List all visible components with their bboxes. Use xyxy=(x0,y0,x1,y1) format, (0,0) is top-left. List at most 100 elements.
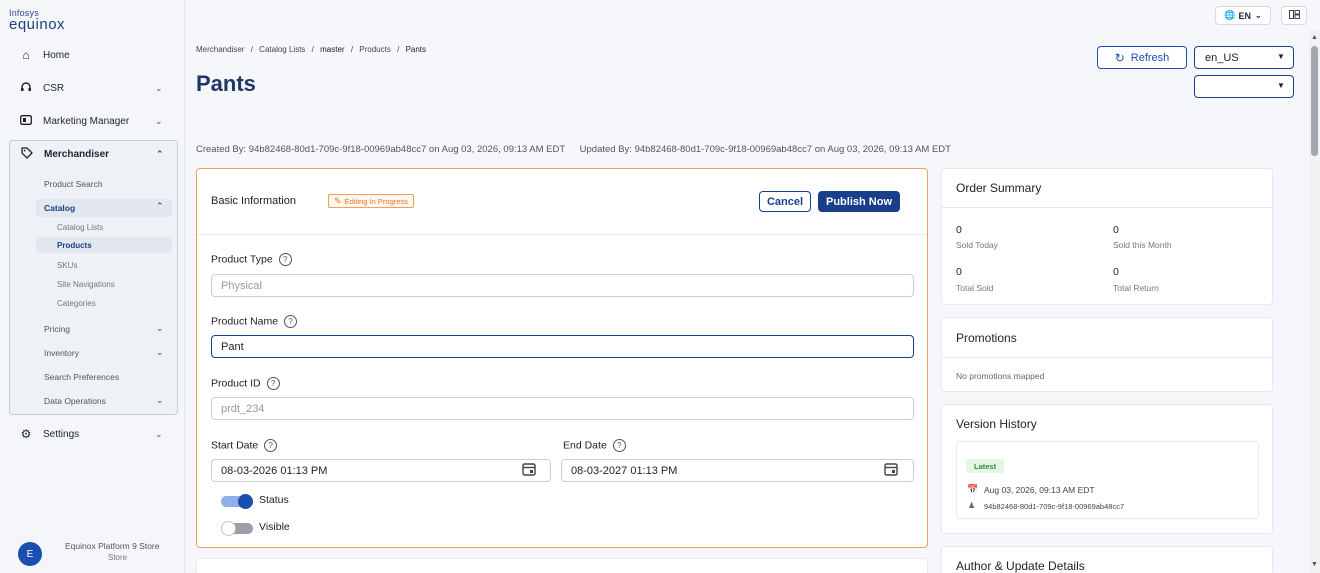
refresh-button[interactable]: ↻ Refresh xyxy=(1097,46,1187,69)
promotions-title: Promotions xyxy=(956,331,1017,345)
caret-down-icon: ▼ xyxy=(1277,81,1285,90)
chevron-down-icon: ⌄ xyxy=(155,428,163,439)
store-subtitle: Store xyxy=(108,553,128,562)
author-details-title: Author & Update Details xyxy=(956,559,1085,573)
megaphone-icon xyxy=(19,114,33,128)
card-title: Basic Information xyxy=(211,195,296,207)
language-selector[interactable]: 🌐 EN ⌄ xyxy=(1215,6,1271,25)
sidebar-item-label: Home xyxy=(43,49,70,61)
end-date-input[interactable]: 08-03-2027 01:13 PM xyxy=(561,459,914,482)
sidebar-item-search-preferences[interactable]: Search Preferences xyxy=(44,372,119,382)
product-id-input[interactable]: prdt_234 xyxy=(211,397,914,420)
help-icon[interactable]: ? xyxy=(278,253,292,266)
updated-by: Updated By: 94b82468-80d1-709c-9f18-0096… xyxy=(579,144,951,155)
breadcrumb: Merchandiser / Catalog Lists / master / … xyxy=(196,45,426,54)
avatar[interactable]: E xyxy=(18,542,42,566)
scrollbar-thumb[interactable] xyxy=(1311,46,1318,156)
sidebar-item-pricing[interactable]: Pricing xyxy=(44,324,70,334)
layout-icon xyxy=(1288,9,1300,22)
cancel-button[interactable]: Cancel xyxy=(759,191,811,212)
chevron-up-icon: ⌃ xyxy=(156,148,164,159)
breadcrumb-item[interactable]: Catalog Lists xyxy=(259,45,305,54)
end-date-label: End Date? xyxy=(563,439,626,452)
scrollbar[interactable]: ▲ ▼ xyxy=(1309,30,1320,573)
user-icon: ♟ xyxy=(968,501,976,510)
chevron-down-icon: ⌄ xyxy=(155,115,163,126)
total-sold-value: 0 xyxy=(956,266,962,278)
calendar-icon: 📅 xyxy=(967,484,979,494)
sidebar-item-inventory[interactable]: Inventory xyxy=(44,348,79,358)
pencil-icon: ✎ xyxy=(334,195,342,206)
version-entry[interactable]: Latest 📅 Aug 03, 2026, 09:13 AM EDT ♟ 94… xyxy=(956,441,1259,519)
breadcrumb-item[interactable]: Products xyxy=(359,45,391,54)
start-date-label: Start Date? xyxy=(211,439,278,452)
start-date-input[interactable]: 08-03-2026 01:13 PM xyxy=(211,459,551,482)
tag-icon xyxy=(20,146,34,162)
sidebar-item-settings[interactable]: ⚙ Settings ⌄ xyxy=(0,423,185,445)
label-text: End Date xyxy=(563,439,607,452)
sidebar-item-catalog[interactable]: Catalog xyxy=(44,203,75,213)
order-summary-panel: Order Summary 0 Sold Today 0 Sold this M… xyxy=(941,168,1273,305)
sidebar-item-catalog-lists[interactable]: Catalog Lists xyxy=(57,223,103,232)
breadcrumb-current: Pants xyxy=(405,45,427,54)
basic-information-card: Basic Information ✎ Editing In Progress … xyxy=(196,168,928,548)
order-summary-title: Order Summary xyxy=(956,181,1042,195)
refresh-icon: ↻ xyxy=(1114,50,1125,65)
sidebar-item-product-search[interactable]: Product Search xyxy=(44,179,103,189)
sidebar-item-marketing-manager[interactable]: Marketing Manager ⌄ xyxy=(0,110,185,132)
next-card xyxy=(196,558,928,573)
help-icon[interactable]: ? xyxy=(264,439,278,452)
breadcrumb-item[interactable]: master xyxy=(320,45,344,54)
breadcrumb-separator: / xyxy=(250,45,253,54)
sidebar-item-site-navigations[interactable]: Site Navigations xyxy=(57,280,115,289)
chevron-down-icon: ⌄ xyxy=(156,323,164,333)
calendar-icon[interactable] xyxy=(884,462,898,479)
sidebar-item-label: CSR xyxy=(43,82,65,94)
author-details-panel: Author & Update Details xyxy=(941,546,1273,573)
chevron-up-icon: ⌃ xyxy=(156,201,164,211)
sidebar: Infosys equinox ⌂ Home CSR ⌄ Marketing M… xyxy=(0,0,185,573)
sidebar-item-label: Settings xyxy=(43,428,80,440)
caret-down-icon: ▼ xyxy=(1277,52,1285,61)
calendar-icon[interactable] xyxy=(522,462,536,479)
product-name-input[interactable]: Pant xyxy=(211,335,914,358)
start-date-value: 08-03-2026 01:13 PM xyxy=(221,465,328,477)
product-type-input[interactable]: Physical xyxy=(211,274,914,297)
sidebar-item-home[interactable]: ⌂ Home xyxy=(0,44,185,66)
scroll-down-icon[interactable]: ▼ xyxy=(1311,561,1318,568)
help-icon[interactable]: ? xyxy=(284,315,298,328)
toggle-knob xyxy=(238,494,253,509)
sidebar-item-skus[interactable]: SKUs xyxy=(57,261,77,270)
version-user: 94b82468-80d1-709c-9f18-00969ab48cc7 xyxy=(984,502,1125,511)
sidebar-item-categories[interactable]: Categories xyxy=(57,299,96,308)
breadcrumb-separator: / xyxy=(350,45,354,54)
scroll-up-icon[interactable]: ▲ xyxy=(1311,34,1318,41)
version-date: Aug 03, 2026, 09:13 AM EDT xyxy=(984,485,1095,495)
sidebar-item-csr[interactable]: CSR ⌄ xyxy=(0,77,185,99)
divider xyxy=(942,357,1272,358)
status-badge: ✎ Editing In Progress xyxy=(328,194,414,208)
divider xyxy=(197,234,926,235)
sidebar-item-merchandiser[interactable]: Merchandiser ⌃ xyxy=(1,143,186,165)
locale-select[interactable]: en_US ▼ xyxy=(1194,46,1294,69)
home-icon: ⌂ xyxy=(22,48,30,62)
status-toggle[interactable] xyxy=(221,494,253,509)
sidebar-item-products[interactable]: Products xyxy=(57,241,92,250)
product-type-label: Product Type? xyxy=(211,253,292,266)
sold-today-value: 0 xyxy=(956,224,962,236)
sidebar-item-data-operations[interactable]: Data Operations xyxy=(44,396,106,406)
sold-month-label: Sold this Month xyxy=(1113,240,1172,250)
total-sold-label: Total Sold xyxy=(956,283,994,293)
layout-button[interactable] xyxy=(1281,6,1307,25)
help-icon[interactable]: ? xyxy=(612,439,626,452)
divider xyxy=(942,207,1272,208)
page-title: Pants xyxy=(196,71,256,96)
help-icon[interactable]: ? xyxy=(266,377,280,390)
chevron-down-icon: ⌄ xyxy=(156,347,164,357)
secondary-select[interactable]: ▼ xyxy=(1194,75,1294,98)
visible-toggle[interactable] xyxy=(221,521,253,536)
breadcrumb-item[interactable]: Merchandiser xyxy=(196,45,244,54)
publish-now-button[interactable]: Publish Now xyxy=(818,191,900,212)
locale-value: en_US xyxy=(1205,52,1239,64)
audit-meta: Created By: 94b82468-80d1-709c-9f18-0096… xyxy=(196,144,951,155)
